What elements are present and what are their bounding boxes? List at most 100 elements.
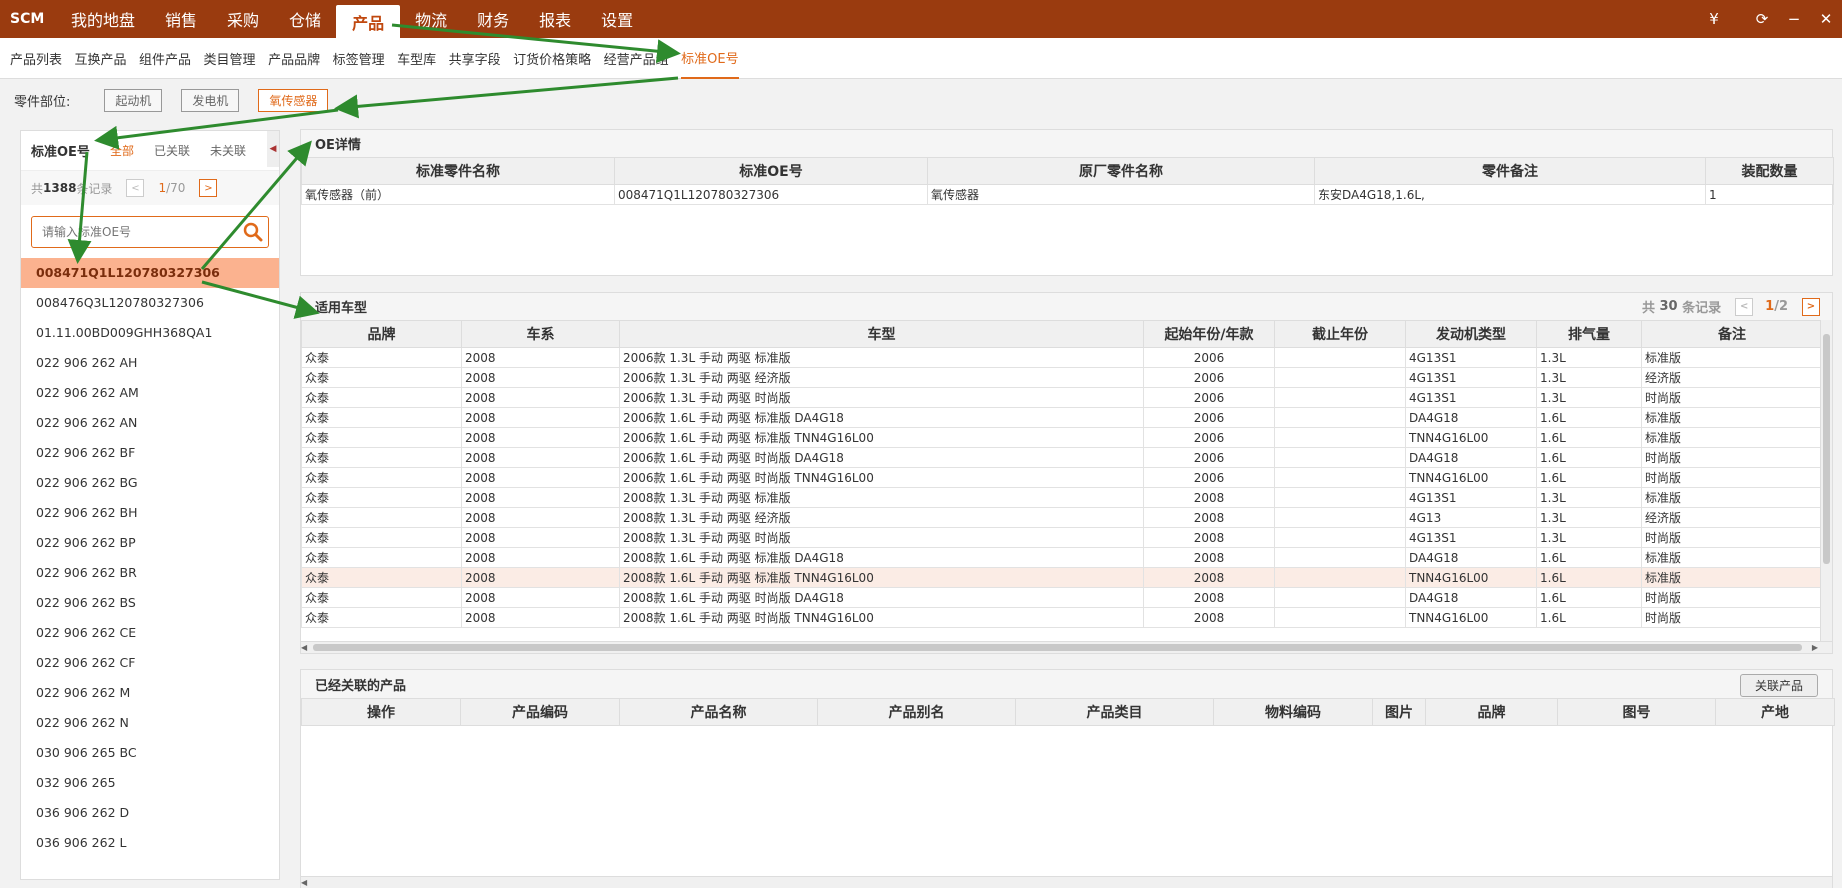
list-item[interactable]: 022 906 262 BG <box>21 468 279 498</box>
subnav-item[interactable]: 共享字段 <box>449 38 501 79</box>
vm-vertical-scroll-thumb[interactable] <box>1823 334 1830 564</box>
currency-icon[interactable]: ¥ <box>1698 10 1730 28</box>
vm-horizontal-scrollbar[interactable]: ◀ ▶ <box>301 641 1832 653</box>
next-page-button[interactable]: > <box>199 179 218 197</box>
subnav-item[interactable]: 组件产品 <box>139 38 191 79</box>
table-row[interactable]: 众泰 2008 2006款 1.6L 手动 两驱 标准版 TNN4G16L00 200… <box>301 427 1820 448</box>
table-row[interactable]: 众泰 2008 2006款 1.6L 手动 两驱 标准版 DA4G18 2006 DA4… <box>301 407 1820 428</box>
tab-unlinked[interactable]: 未关联 <box>210 142 246 159</box>
list-item[interactable]: 022 906 262 AH <box>21 348 279 378</box>
part-button-oxygen-sensor[interactable]: 氧传感器 <box>258 88 329 112</box>
table-cell: 2008 <box>461 527 620 548</box>
list-item[interactable]: 030 906 265 BC <box>21 738 279 768</box>
table-cell: 众泰 <box>301 407 462 428</box>
table-cell: 众泰 <box>301 587 462 608</box>
refresh-icon[interactable]: ⟳ <box>1746 10 1778 28</box>
topnav-item[interactable]: 设置 <box>586 0 648 38</box>
subnav-item[interactable]: 订货价格策略 <box>513 38 591 79</box>
table-row[interactable]: 众泰 2008 2008款 1.3L 手动 两驱 经济版 2008 4G13 1.3L 经济… <box>301 507 1820 528</box>
link-product-button[interactable]: 关联产品 <box>1739 674 1818 697</box>
table-cell: 2006款 1.3L 手动 两驱 经济版 <box>619 367 1144 388</box>
table-cell: 4G13S1 <box>1405 487 1537 508</box>
table-row[interactable]: 众泰 2008 2006款 1.6L 手动 两驱 时尚版 DA4G18 2006 DA4… <box>301 447 1820 468</box>
topnav-item[interactable]: 报表 <box>524 0 586 38</box>
topnav-item[interactable]: 仓储 <box>274 0 336 38</box>
topnav-item[interactable]: 采购 <box>212 0 274 38</box>
table-row[interactable]: 众泰 2008 2008款 1.6L 手动 两驱 时尚版 DA4G18 2008 DA4… <box>301 587 1820 608</box>
rel-scroll-left-icon[interactable]: ◀ <box>301 878 307 887</box>
column-header: 标准零件名称 <box>301 157 615 185</box>
related-horizontal-scrollbar[interactable]: ◀ <box>301 876 1832 888</box>
subnav-item[interactable]: 类目管理 <box>204 38 256 79</box>
table-cell: 1.3L <box>1536 507 1642 528</box>
list-item[interactable]: 022 906 262 N <box>21 708 279 738</box>
list-item[interactable]: 022 906 262 BH <box>21 498 279 528</box>
topnav-item[interactable]: 产品 <box>336 5 401 38</box>
subnav-item[interactable]: 标准OE号 <box>681 38 739 79</box>
list-item[interactable]: 032 906 265 <box>21 768 279 798</box>
table-row[interactable]: 众泰 2008 2008款 1.3L 手动 两驱 标准版 2008 4G13S1 1.3L… <box>301 487 1820 508</box>
table-row[interactable]: 众泰 2008 2006款 1.3L 手动 两驱 标准版 2006 4G13S1 1.3L… <box>301 347 1820 368</box>
list-item[interactable]: 022 906 262 AN <box>21 408 279 438</box>
vm-prev-page-button[interactable]: < <box>1735 297 1754 316</box>
subnav-item[interactable]: 产品列表 <box>10 38 62 79</box>
table-cell <box>1274 587 1406 608</box>
vehicle-models-panel: 适用车型 共 30 条记录 < 1 /2 > 品牌 车系 车型 起始年份/年款 截止年份… <box>300 292 1833 654</box>
table-row[interactable]: 众泰 2008 2006款 1.6L 手动 两驱 时尚版 TNN4G16L00 200… <box>301 467 1820 488</box>
vm-current-page: 1 <box>1765 299 1775 314</box>
table-row[interactable]: 众泰 2008 2006款 1.3L 手动 两驱 时尚版 2006 4G13S1 1.3L… <box>301 387 1820 408</box>
table-cell: 2008 <box>461 407 620 428</box>
list-item[interactable]: 022 906 262 CE <box>21 618 279 648</box>
close-icon[interactable]: ✕ <box>1810 10 1842 28</box>
topnav-item[interactable]: 物流 <box>400 0 462 38</box>
vm-horizontal-scroll-thumb[interactable] <box>313 644 1802 651</box>
oe-search-input[interactable] <box>32 225 238 239</box>
table-cell: DA4G18 <box>1405 587 1537 608</box>
column-header: 图号 <box>1557 698 1716 726</box>
subnav-item[interactable]: 标签管理 <box>333 38 385 79</box>
vm-vertical-scrollbar[interactable] <box>1820 320 1832 641</box>
topnav-item[interactable]: 我的地盘 <box>56 0 150 38</box>
topnav-item[interactable]: 财务 <box>462 0 524 38</box>
list-item[interactable]: 008476Q3L120780327306 <box>21 288 279 318</box>
table-cell: DA4G18 <box>1405 407 1537 428</box>
table-row[interactable]: 众泰 2008 2006款 1.3L 手动 两驱 经济版 2006 4G13S1 1.3L… <box>301 367 1820 388</box>
collapse-left-icon[interactable]: ◀ <box>267 131 279 167</box>
list-item[interactable]: 022 906 262 BS <box>21 588 279 618</box>
table-cell <box>1274 367 1406 388</box>
list-item[interactable]: 022 906 262 M <box>21 678 279 708</box>
subnav-item[interactable]: 车型库 <box>397 38 436 79</box>
list-item[interactable]: 01.11.00BD009GHH368QA1 <box>21 318 279 348</box>
table-row[interactable]: 众泰 2008 2008款 1.6L 手动 两驱 标准版 DA4G18 2008 DA4… <box>301 547 1820 568</box>
list-item[interactable]: 022 906 262 BP <box>21 528 279 558</box>
list-item[interactable]: 036 906 262 L <box>21 828 279 858</box>
column-header: 发动机类型 <box>1405 320 1537 348</box>
scroll-left-icon[interactable]: ◀ <box>301 643 307 652</box>
list-item[interactable]: 036 906 262 D <box>21 798 279 828</box>
list-item[interactable]: 008471Q1L120780327306 <box>21 258 279 288</box>
search-icon[interactable] <box>238 217 268 247</box>
related-products-title: 已经关联的产品 关联产品 <box>301 670 1832 698</box>
table-row[interactable]: 众泰 2008 2008款 1.3L 手动 两驱 时尚版 2008 4G13S1 1.3L… <box>301 527 1820 548</box>
table-row[interactable]: 众泰 2008 2008款 1.6L 手动 两驱 标准版 TNN4G16L00 200… <box>301 567 1820 588</box>
list-item[interactable]: 022 906 262 CF <box>21 648 279 678</box>
subnav-item[interactable]: 产品品牌 <box>268 38 320 79</box>
tab-linked[interactable]: 已关联 <box>154 142 190 159</box>
list-item[interactable]: 022 906 262 BF <box>21 438 279 468</box>
vm-next-page-button[interactable]: > <box>1802 297 1820 316</box>
table-cell: 经济版 <box>1641 367 1820 388</box>
scroll-right-icon[interactable]: ▶ <box>1812 643 1818 652</box>
topnav-item[interactable]: 销售 <box>150 0 212 38</box>
table-row[interactable]: 众泰 2008 2008款 1.6L 手动 两驱 时尚版 TNN4G16L00 200… <box>301 607 1820 628</box>
part-button-alternator[interactable]: 发电机 <box>181 88 240 112</box>
tab-all[interactable]: 全部 <box>110 142 134 159</box>
subnav-item[interactable]: 互换产品 <box>75 38 127 79</box>
table-cell: 2006款 1.6L 手动 两驱 标准版 DA4G18 <box>619 407 1144 428</box>
list-item[interactable]: 022 906 262 AM <box>21 378 279 408</box>
minimize-icon[interactable]: − <box>1778 10 1810 28</box>
table-cell: 2006 <box>1143 427 1275 448</box>
list-item[interactable]: 022 906 262 BR <box>21 558 279 588</box>
subnav-item[interactable]: 经营产品组 <box>604 38 669 79</box>
part-button-starter[interactable]: 起动机 <box>104 88 163 112</box>
prev-page-button[interactable]: < <box>126 179 145 197</box>
